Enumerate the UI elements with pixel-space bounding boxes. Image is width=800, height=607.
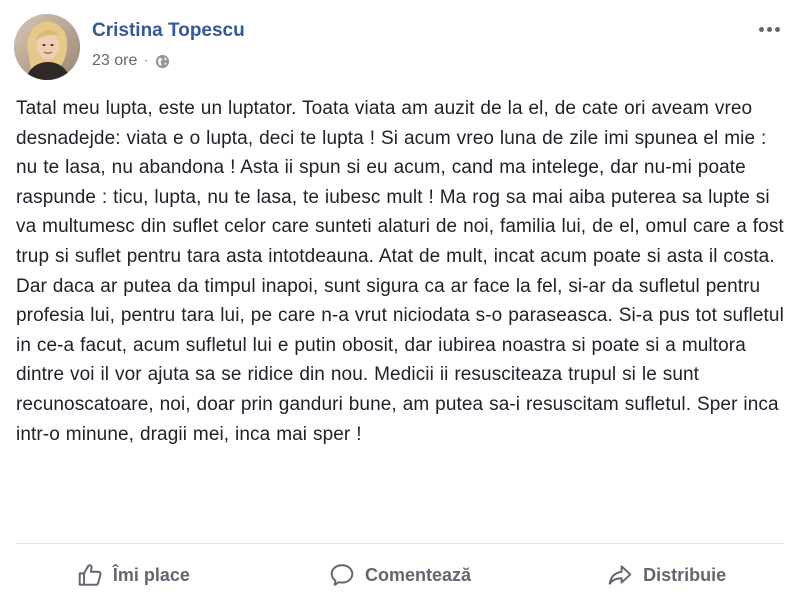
like-button[interactable]: Îmi place	[0, 553, 267, 597]
post-header: Cristina Topescu 23 ore ·	[12, 14, 788, 84]
comment-label: Comentează	[364, 564, 472, 585]
more-options-icon[interactable]	[754, 18, 784, 40]
meta-separator: ·	[143, 52, 149, 69]
share-button[interactable]: Distribuie	[533, 553, 800, 597]
share-label: Distribuie	[643, 564, 727, 585]
more-dot	[774, 26, 780, 32]
share-icon	[608, 565, 632, 585]
like-label: Îmi place	[112, 564, 190, 585]
globe-icon[interactable]	[155, 54, 170, 69]
thumbs-up-icon	[78, 564, 102, 586]
comment-icon	[330, 564, 354, 586]
post-meta: 23 ore ·	[92, 52, 170, 70]
more-dot	[766, 26, 772, 32]
post-timestamp[interactable]: 23 ore	[92, 52, 137, 70]
divider	[16, 543, 784, 544]
avatar[interactable]	[14, 14, 80, 80]
comment-button[interactable]: Comentează	[267, 553, 534, 597]
avatar-image	[14, 14, 80, 80]
more-dot	[758, 26, 764, 32]
post-text: Tatal meu lupta, este un luptator. Toata…	[16, 98, 784, 445]
facebook-post: Cristina Topescu 23 ore · Tatal meu lupt…	[0, 0, 800, 607]
author-name[interactable]: Cristina Topescu	[92, 20, 245, 42]
post-actions: Îmi place Comentează Distribuie	[0, 553, 800, 597]
